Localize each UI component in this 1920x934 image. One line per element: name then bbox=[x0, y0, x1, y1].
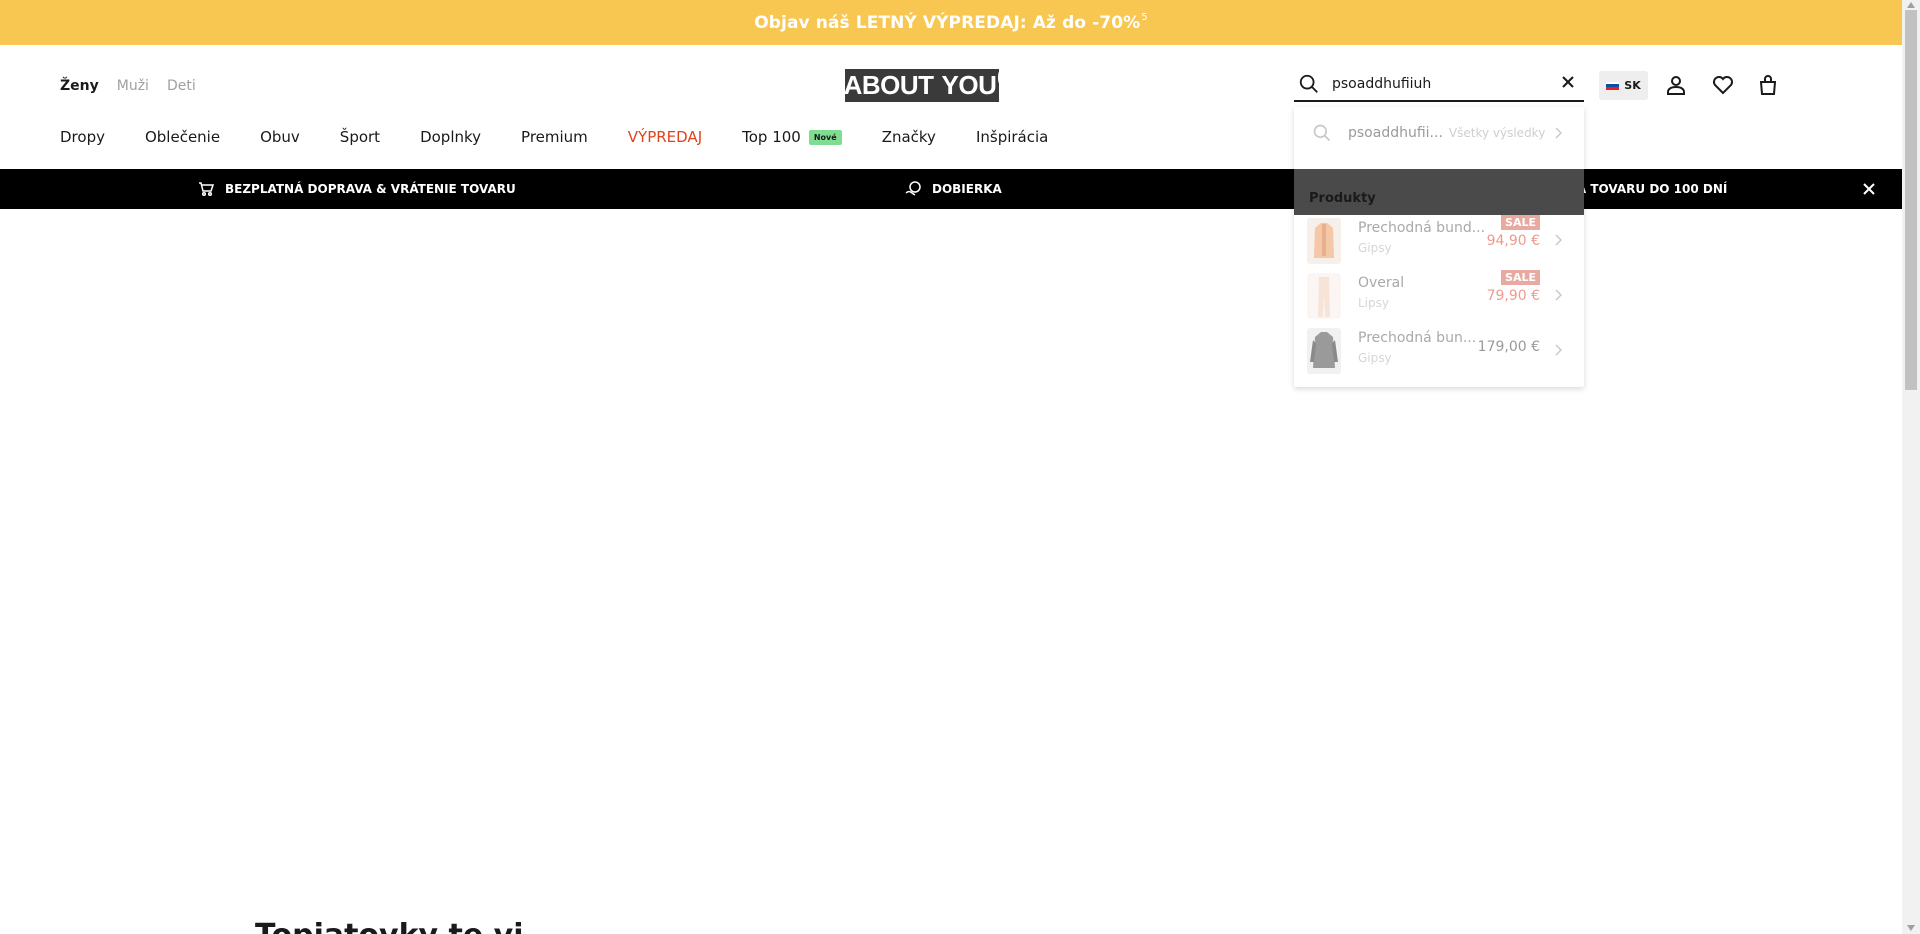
nav-item-clothing[interactable]: Oblečenie bbox=[145, 128, 220, 146]
chevron-right-icon bbox=[1555, 127, 1562, 139]
cart-return-icon bbox=[199, 182, 215, 197]
logo-mark bbox=[998, 72, 1001, 83]
chevron-right-icon bbox=[1555, 344, 1562, 356]
nav-item-accessories[interactable]: Doplnky bbox=[420, 128, 481, 146]
all-results-label: Všetky výsledky bbox=[1448, 126, 1546, 140]
slovakia-flag-icon bbox=[1606, 81, 1620, 90]
search-bar[interactable] bbox=[1294, 68, 1584, 102]
usp-shipping-text: BEZPLATNÁ DOPRAVA & VRÁTENIE TOVARU bbox=[225, 182, 516, 196]
nav-item-drops[interactable]: Dropy bbox=[60, 128, 105, 146]
logo-text-left: ABOUT bbox=[843, 70, 934, 100]
product-suggestion[interactable]: Prechodná bund... Gipsy SALE 94,90 € bbox=[1294, 214, 1584, 269]
nav-item-top100-label: Top 100 bbox=[742, 128, 801, 146]
gender-tab-women[interactable]: Ženy bbox=[60, 78, 99, 94]
nav-item-brands[interactable]: Značky bbox=[882, 128, 936, 146]
usp-cod-text: DOBIERKA bbox=[932, 182, 1002, 196]
product-brand: Lipsy bbox=[1358, 296, 1389, 310]
search-input[interactable] bbox=[1332, 76, 1552, 92]
close-icon[interactable] bbox=[1861, 181, 1877, 197]
product-thumbnail bbox=[1307, 328, 1341, 374]
products-section-header: Produkty bbox=[1294, 169, 1584, 215]
sale-badge: SALE bbox=[1501, 215, 1540, 230]
cash-on-delivery-icon bbox=[905, 181, 921, 196]
product-price: 79,90 € bbox=[1486, 288, 1540, 304]
language-code: SK bbox=[1624, 79, 1641, 92]
product-thumbnail bbox=[1307, 218, 1341, 264]
clear-search-icon[interactable] bbox=[1560, 74, 1576, 90]
product-name: Prechodná bun... bbox=[1358, 330, 1477, 346]
chevron-right-icon bbox=[1555, 289, 1562, 301]
nav-item-sale[interactable]: VÝPREDAJ bbox=[628, 128, 702, 146]
main-nav: Dropy Oblečenie Obuv Šport Doplnky Premi… bbox=[60, 128, 1088, 146]
gender-tab-men[interactable]: Muži bbox=[117, 78, 149, 94]
search-icon bbox=[1313, 124, 1331, 142]
gender-nav: Ženy Muži Deti bbox=[60, 78, 196, 94]
logo-text-right: YOU bbox=[941, 70, 997, 100]
gender-tab-kids[interactable]: Deti bbox=[167, 78, 196, 94]
product-suggestion[interactable]: Overal Lipsy SALE 79,90 € bbox=[1294, 269, 1584, 324]
scroll-down-arrow-icon[interactable] bbox=[1906, 924, 1916, 932]
nav-item-top100[interactable]: Top 100 Nové bbox=[742, 128, 842, 146]
products-section-label: Produkty bbox=[1309, 191, 1376, 206]
product-price: 179,00 € bbox=[1477, 339, 1540, 355]
sale-badge: SALE bbox=[1501, 270, 1540, 285]
usp-shipping: BEZPLATNÁ DOPRAVA & VRÁTENIE TOVARU bbox=[197, 169, 516, 209]
product-brand: Gipsy bbox=[1358, 351, 1392, 365]
product-name: Prechodná bund... bbox=[1358, 220, 1486, 236]
nav-item-premium[interactable]: Premium bbox=[521, 128, 588, 146]
product-thumbnail bbox=[1307, 273, 1341, 319]
nav-item-inspiration[interactable]: Inšpirácia bbox=[976, 128, 1048, 146]
chevron-right-icon bbox=[1555, 234, 1562, 246]
usp-cod: DOBIERKA bbox=[904, 169, 1002, 209]
suggestion-query: psoaddhufii... bbox=[1348, 125, 1443, 141]
promo-footnote: 5 bbox=[1141, 12, 1148, 23]
about-you-logo[interactable]: ABOUT YOU bbox=[843, 69, 1001, 102]
search-icon[interactable] bbox=[1298, 73, 1320, 95]
shopping-bag-icon[interactable] bbox=[1756, 73, 1780, 97]
product-suggestion[interactable]: Prechodná bun... Gipsy 179,00 € bbox=[1294, 324, 1584, 379]
scroll-up-arrow-icon[interactable] bbox=[1906, 1, 1916, 9]
section-heading: Topiatovky te vi bbox=[255, 918, 524, 934]
promo-text: Objav náš LETNÝ VÝPREDAJ: Až do -70% bbox=[754, 12, 1141, 33]
wishlist-heart-icon[interactable] bbox=[1711, 73, 1735, 97]
scrollbar-thumb[interactable] bbox=[1905, 10, 1917, 390]
search-suggestion-all[interactable]: psoaddhufii... Všetky výsledky bbox=[1294, 107, 1584, 159]
account-icon[interactable] bbox=[1664, 73, 1688, 97]
promo-banner[interactable]: Objav náš LETNÝ VÝPREDAJ: Až do -70% 5 bbox=[0, 0, 1902, 45]
product-name: Overal bbox=[1358, 275, 1405, 291]
product-brand: Gipsy bbox=[1358, 241, 1392, 255]
language-selector[interactable]: SK bbox=[1599, 71, 1648, 100]
nav-item-shoes[interactable]: Obuv bbox=[260, 128, 300, 146]
product-price: 94,90 € bbox=[1486, 233, 1540, 249]
search-suggestions-dropdown: psoaddhufii... Všetky výsledky Produkty … bbox=[1294, 107, 1584, 387]
nav-item-sport[interactable]: Šport bbox=[340, 128, 380, 146]
usp-bar: BEZPLATNÁ DOPRAVA & VRÁTENIE TOVARU DOBI… bbox=[0, 169, 1902, 209]
new-badge: Nové bbox=[808, 129, 842, 145]
